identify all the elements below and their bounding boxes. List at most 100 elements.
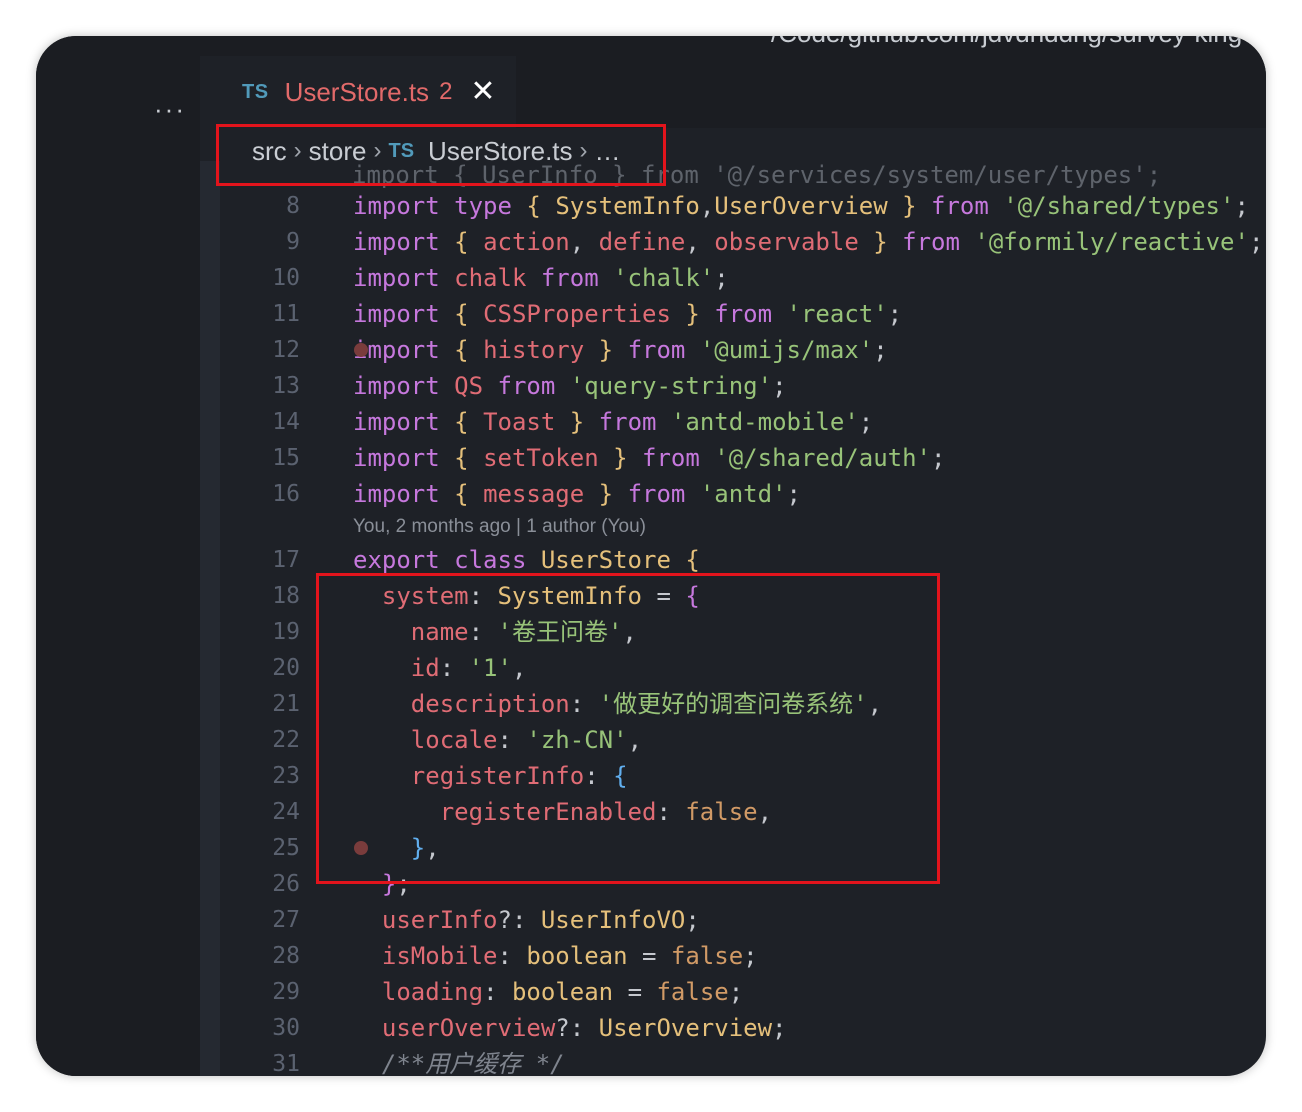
code-line[interactable]: 15 import { setToken } from '@/shared/aut…: [220, 440, 1266, 476]
line-text: import { action, define, observable } fr…: [353, 224, 1263, 260]
line-number: 15: [272, 445, 300, 471]
code-token: import: [353, 444, 455, 472]
code-token: false: [656, 978, 729, 1006]
code-token: {: [454, 408, 484, 436]
code-token: SystemInfo: [555, 192, 700, 220]
code-token: '@formily/reactive': [974, 228, 1249, 256]
code-line[interactable]: 12 import { history } from '@umijs/max';: [220, 332, 1266, 368]
code-token: }: [598, 336, 628, 364]
code-token: '@/shared/types': [1003, 192, 1235, 220]
code-line[interactable]: 13 import QS from 'query-string';: [220, 368, 1266, 404]
line-number: 11: [272, 301, 300, 327]
code-token: define: [598, 228, 686, 256]
code-token: userInfo: [381, 906, 498, 934]
code-token: 'antd': [699, 480, 787, 508]
code-line[interactable]: 30 userOverview?: UserOverview;: [220, 1010, 1266, 1046]
code-token: from: [627, 336, 700, 364]
code-token: class: [454, 546, 541, 574]
code-token: export: [353, 546, 455, 574]
code-token: from: [497, 372, 570, 400]
editor-window: /Code/github.com/jdvdnddng/survey-king ·…: [36, 36, 1266, 1076]
code-token: ;: [772, 1014, 787, 1042]
line-number: 8: [286, 193, 300, 219]
line-number: 20: [272, 655, 300, 681]
code-token: }: [902, 192, 932, 220]
code-token: false: [670, 942, 744, 970]
line-number: 22: [272, 727, 300, 753]
code-token: ;: [714, 264, 729, 292]
more-actions-icon[interactable]: ···: [154, 94, 194, 125]
code-token: }: [613, 444, 643, 472]
code-token: ;: [786, 480, 801, 508]
code-token: QS: [454, 372, 498, 400]
code-token: import: [353, 264, 455, 292]
code-token: setToken: [483, 444, 614, 472]
code-highlight-box: [316, 573, 940, 884]
code-token: '@/shared/auth': [714, 444, 932, 472]
git-blame-annotation[interactable]: You, 2 months ago | 1 author (You): [220, 512, 1266, 542]
line-number: 19: [272, 619, 300, 645]
line-number: 29: [272, 979, 300, 1005]
code-token: }: [598, 480, 628, 508]
code-token: ;: [1248, 228, 1264, 256]
code-token: UserOverview: [714, 192, 903, 220]
code-line[interactable]: 10 import chalk from 'chalk';: [220, 260, 1266, 296]
code-token: ;: [887, 300, 903, 328]
code-token: Toast: [483, 408, 570, 436]
code-token: from: [902, 228, 975, 256]
code-token: /**用户缓存 */: [381, 1050, 565, 1076]
code-line[interactable]: 28 isMobile: boolean = false;: [220, 938, 1266, 974]
code-token: from: [598, 408, 671, 436]
code-token: from: [714, 300, 787, 328]
code-token: from: [540, 264, 614, 292]
code-line[interactable]: 11 import { CSSProperties } from 'react';: [220, 296, 1266, 332]
code-token: message: [483, 480, 599, 508]
code-token: from: [627, 480, 700, 508]
line-text: import type { SystemInfo,UserOverview } …: [353, 188, 1249, 224]
tab-userstore[interactable]: TS UserStore.ts 2 ✕: [220, 56, 516, 128]
code-token: {: [454, 228, 484, 256]
code-line[interactable]: 31 /**用户缓存 */: [220, 1046, 1266, 1076]
code-line[interactable]: 29 loading: boolean = false;: [220, 974, 1266, 1010]
code-token: }: [685, 300, 715, 328]
code-token: {: [526, 192, 556, 220]
code-token: {: [454, 444, 484, 472]
code-token: 'react': [786, 300, 888, 328]
code-line[interactable]: 14 import { Toast } from 'antd-mobile';: [220, 404, 1266, 440]
code-token: ;: [873, 336, 888, 364]
close-icon[interactable]: ✕: [470, 77, 495, 107]
blame-text: You, 2 months ago | 1 author (You): [353, 516, 646, 537]
code-token: ?:: [497, 906, 541, 934]
code-token: :: [497, 942, 527, 970]
code-line[interactable]: 8 import type { SystemInfo,UserOverview }…: [220, 188, 1266, 224]
code-token: 'query-string': [569, 372, 773, 400]
line-number: 18: [272, 583, 300, 609]
code-token: loading: [381, 978, 484, 1006]
side-panel: ···: [36, 56, 200, 1076]
line-number: 25: [272, 835, 300, 861]
code-token: import: [353, 228, 455, 256]
code-token: :: [483, 978, 512, 1006]
code-token: from: [642, 444, 715, 472]
code-token: ,: [569, 228, 599, 256]
code-token: import: [353, 192, 455, 220]
line-number: 12: [272, 337, 300, 363]
code-token: }: [569, 408, 599, 436]
line-number: 21: [272, 691, 300, 717]
breakpoint-icon[interactable]: [354, 343, 368, 357]
code-token: history: [483, 336, 599, 364]
code-token: UserOverview: [598, 1014, 773, 1042]
breadcrumb-highlight-box: [216, 124, 666, 186]
code-line[interactable]: 9 import { action, define, observable } f…: [220, 224, 1266, 260]
line-text: import { setToken } from '@/shared/auth'…: [353, 440, 945, 476]
code-token: chalk: [454, 264, 541, 292]
line-number: 10: [272, 265, 300, 291]
code-token: boolean: [511, 978, 628, 1006]
code-token: 'chalk': [613, 264, 715, 292]
code-line[interactable]: 27 userInfo?: UserInfoVO;: [220, 902, 1266, 938]
code-line[interactable]: 16 import { message } from 'antd';: [220, 476, 1266, 512]
code-token: '@umijs/max': [699, 336, 874, 364]
code-token: {: [454, 480, 484, 508]
